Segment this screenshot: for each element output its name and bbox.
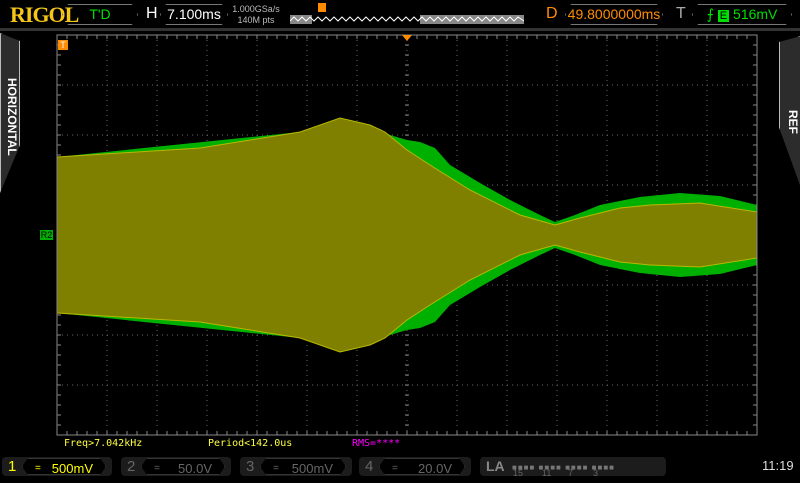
channel-4-button[interactable]: 4 = 20.0V	[359, 457, 471, 476]
dc-coupling-icon: =	[273, 463, 279, 474]
channel-3-button[interactable]: 3 = 500mV	[240, 457, 352, 476]
channel-3-number: 3	[246, 458, 255, 475]
trigger-position-marker[interactable]	[402, 35, 412, 41]
la-channel-indicators: ■■■■ ■■■■ ■■■■ ■■■■	[512, 463, 615, 472]
channel-4-scale: 20.0V	[418, 461, 452, 476]
ref-r2-marker[interactable]: R2	[40, 230, 53, 240]
rms-measurement: RMS=****	[352, 438, 401, 449]
channel-2-scale: 50.0V	[178, 461, 212, 476]
channel-2-button[interactable]: 2 = 50.0V	[121, 457, 231, 476]
la-group-label: 3	[593, 468, 599, 478]
period-measurement: Period<142.0us	[208, 438, 293, 449]
channel-1-button[interactable]: 1 = 500mV	[2, 457, 112, 476]
channel-1-scale: 500mV	[51, 461, 93, 476]
la-group-label: 7	[568, 468, 574, 478]
trigger-marker[interactable]: T	[58, 40, 68, 50]
logic-analyzer-button[interactable]: LA ■■■■ ■■■■ ■■■■ ■■■■ 15 11 7 3	[480, 457, 666, 478]
dc-coupling-icon: =	[35, 463, 41, 474]
la-group-label: 15	[513, 468, 524, 478]
clock: 11:19	[762, 458, 794, 473]
dc-coupling-icon: =	[154, 463, 160, 474]
scope-display[interactable]	[0, 0, 800, 480]
dc-coupling-icon: =	[392, 463, 398, 474]
ch1-waveform	[56, 117, 758, 353]
la-group-label: 11	[542, 468, 552, 478]
channel-3-scale: 500mV	[291, 461, 333, 476]
channel-2-number: 2	[127, 458, 136, 475]
la-label: LA	[486, 458, 505, 474]
channel-1-number: 1	[8, 458, 17, 475]
channel-4-number: 4	[365, 458, 374, 475]
freq-measurement: Freq>7.042kHz	[64, 438, 143, 449]
